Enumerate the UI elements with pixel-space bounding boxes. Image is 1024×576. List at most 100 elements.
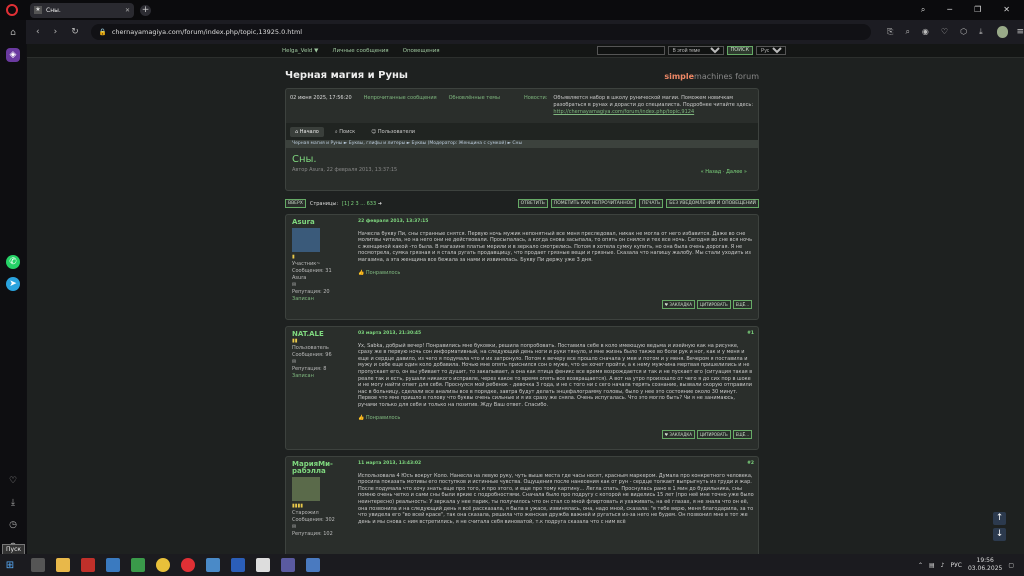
bookmark-icon[interactable]: ♡ <box>941 27 948 37</box>
app-icon[interactable] <box>206 558 220 572</box>
word-icon[interactable] <box>231 558 245 572</box>
bookmark-button[interactable]: ♥ ЗАКЛАДКА <box>661 300 695 309</box>
updated-topics-link[interactable]: Обновлённые темы <box>449 95 500 117</box>
app-icon[interactable] <box>281 558 295 572</box>
topic-nav[interactable]: « Назад · Далее » <box>701 169 747 175</box>
post-date[interactable]: 22 февраля 2013, 13:37:15 <box>358 219 428 226</box>
tab-close-icon[interactable]: ✕ <box>125 7 130 14</box>
post-num[interactable]: #2 <box>747 461 754 468</box>
minimize-icon[interactable]: ─ <box>947 5 952 15</box>
profile-avatar[interactable] <box>996 26 1009 38</box>
topic-header: Сны. Автор Asura, 22 февраля 2013, 13:37… <box>286 148 758 190</box>
poster-msgs: Сообщения: 96 <box>292 352 332 358</box>
notifications-icon[interactable]: ▢ <box>1008 562 1014 569</box>
history-icon[interactable]: ◷ <box>6 518 20 532</box>
menu-users[interactable]: ☺ Пользователи <box>366 127 420 137</box>
search-input[interactable] <box>596 46 665 55</box>
back-icon[interactable]: ‹ <box>36 27 40 37</box>
maximize-icon[interactable]: ❐ <box>974 5 981 15</box>
whatsapp-icon[interactable]: ✆ <box>6 254 20 269</box>
page-links[interactable]: [1] 2 3 ... 633 ➜ <box>342 201 382 207</box>
menu-search[interactable]: ⌕ Поиск <box>330 127 360 137</box>
scroll-down-button[interactable]: ↓ <box>993 528 1006 541</box>
pm-icon[interactable]: ✉ <box>292 524 352 531</box>
network-icon[interactable]: ▤ <box>929 562 935 569</box>
reload-icon[interactable]: ↻ <box>71 27 79 37</box>
search-scope-select[interactable]: В этой теме <box>667 46 724 55</box>
app-icon[interactable] <box>106 558 120 572</box>
tray-arrow-icon[interactable]: ⌃ <box>918 562 923 569</box>
more-button[interactable]: ЕЩЁ... <box>732 300 752 309</box>
telegram-icon[interactable]: ➤ <box>6 276 20 291</box>
extensions-icon[interactable]: ⬡ <box>960 27 967 37</box>
acrobat-icon[interactable] <box>81 558 95 572</box>
topic-title: Сны. <box>292 154 317 165</box>
quote-button[interactable]: ЦИТИРОВАТЬ <box>696 430 731 439</box>
breadcrumb[interactable]: Черная магия и Руны ► Буквы, глифы и лит… <box>286 140 758 148</box>
volume-icon[interactable]: ♪ <box>941 562 945 569</box>
like-link[interactable]: 👍 Понравилось <box>358 415 754 422</box>
translate-icon[interactable]: ⎘ <box>887 27 893 37</box>
reply-button[interactable]: ОТВЕТИТЬ <box>517 199 548 208</box>
quote-button[interactable]: ЦИТИРОВАТЬ <box>696 300 731 309</box>
search-area: В этой теме ПОИСК Русский <box>596 46 1024 55</box>
poster-sub: Asura <box>292 275 307 281</box>
close-window-icon[interactable]: ✕ <box>1003 5 1010 15</box>
news-link[interactable]: http://chernayamagiya.com/forum/index.ph… <box>553 109 694 115</box>
up-button[interactable]: ВВЕРХ <box>285 199 306 208</box>
bookmark-button[interactable]: ♥ ЗАКЛАДКА <box>661 430 695 439</box>
poster-name[interactable]: Asura <box>292 219 352 226</box>
pager-row: ВВЕРХ Страницы: [1] 2 3 ... 633 ➜ ОТВЕТИ… <box>285 199 759 208</box>
user-menu[interactable]: Helga_Veld ▼ <box>282 48 318 54</box>
post-text: Использовала 4 Юсъ вокруг Коло. Нанесла … <box>358 472 754 525</box>
download-icon[interactable]: ⤓ <box>979 27 983 37</box>
notify-button[interactable]: БЕЗ УВЕДОМЛЕНИЙ И ОПОВЕЩЕНИЙ <box>666 199 759 208</box>
post-date[interactable]: 03 марта 2013, 21:30:45 <box>358 331 421 338</box>
forum-post: МарияМи-рабэлла ▮▮▮▮ Старожил Сообщения:… <box>285 456 759 554</box>
explorer-icon[interactable] <box>56 558 70 572</box>
menu-home[interactable]: ⌂ Начало <box>290 126 324 137</box>
mark-unread-button[interactable]: ПОМЕТИТЬ КАК НЕПРОЧИТАННОЕ <box>550 199 637 208</box>
scroll-up-button[interactable]: ↑ <box>993 512 1006 525</box>
print-button[interactable]: ПЕЧАТЬ <box>639 199 664 208</box>
unread-link[interactable]: Непрочитанные сообщения <box>364 95 437 117</box>
alerts-link[interactable]: Оповещения <box>403 48 440 54</box>
more-button[interactable]: ЕЩЁ... <box>732 430 752 439</box>
clock[interactable]: 19:56 03.06.2025 <box>968 557 1002 573</box>
windows-start-icon[interactable]: ⊞ <box>0 554 20 576</box>
new-tab-button[interactable]: + <box>140 4 151 16</box>
chrome-icon[interactable] <box>156 558 170 572</box>
downloads-icon[interactable]: ⤓ <box>6 496 20 510</box>
post-body: 11 марта 2013, 13:43:02 #2 Использовала 4… <box>358 457 758 554</box>
opera-logo-icon[interactable] <box>6 4 18 16</box>
search-button[interactable]: ПОИСК <box>726 46 753 55</box>
pm-icon[interactable]: ✉ <box>292 282 352 289</box>
poster-name[interactable]: МарияМи-рабэлла <box>292 461 352 475</box>
camera-icon[interactable]: ◉ <box>922 27 929 37</box>
app-icon[interactable] <box>256 558 270 572</box>
taskview-icon[interactable] <box>31 558 45 572</box>
zoom-icon[interactable]: ⌕ <box>905 27 909 37</box>
post-actions: ♥ ЗАКЛАДКА ЦИТИРОВАТЬ ЕЩЁ... <box>661 430 752 439</box>
address-bar[interactable]: 🔒 chernayamagiya.com/forum/index.php/top… <box>90 24 872 40</box>
search-tabs-icon[interactable]: ⌕ <box>921 5 925 15</box>
app-icon[interactable] <box>306 558 320 572</box>
pm-icon[interactable]: ✉ <box>292 359 352 366</box>
poster-rep: Репутация: 102 <box>292 531 333 537</box>
language-select[interactable]: Русский <box>756 46 786 55</box>
post-date[interactable]: 11 марта 2013, 13:43:02 <box>358 461 421 468</box>
input-language[interactable]: РУС <box>951 562 962 569</box>
easy-setup-icon[interactable]: ≡ <box>1016 27 1024 37</box>
home-icon[interactable]: ⌂ <box>6 26 20 40</box>
browser-tab-bar: ★ Сны. ✕ + ⌕ ─ ❐ ✕ <box>0 0 1024 20</box>
forward-icon[interactable]: › <box>54 27 58 37</box>
workspace-icon[interactable]: ◈ <box>6 48 20 62</box>
opera-icon[interactable] <box>181 558 195 572</box>
browser-tab[interactable]: ★ Сны. ✕ <box>30 2 134 18</box>
app-icon[interactable] <box>131 558 145 572</box>
like-link[interactable]: 👍 Понравилось <box>358 270 754 277</box>
pm-link[interactable]: Личные сообщения <box>332 48 388 54</box>
heart-icon[interactable]: ♡ <box>6 474 20 488</box>
post-num[interactable]: #1 <box>747 331 754 338</box>
poster-name[interactable]: NAT.ALE <box>292 331 352 338</box>
